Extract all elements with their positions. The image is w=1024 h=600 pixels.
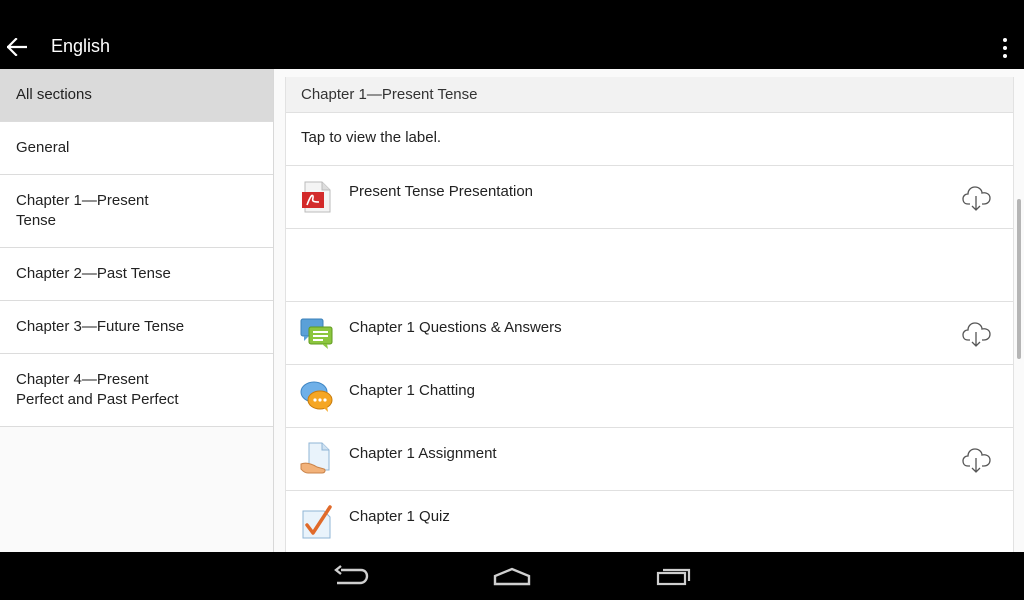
quiz-icon	[300, 505, 334, 539]
arrow-back-icon[interactable]	[4, 32, 30, 62]
empty-row	[286, 229, 1013, 302]
cloud-download-icon[interactable]	[961, 184, 993, 212]
sidebar-item-label: Chapter 4—Present Perfect and Past Perfe…	[16, 371, 179, 408]
cloud-download-icon[interactable]	[961, 446, 993, 474]
nav-recents-icon[interactable]	[655, 562, 695, 590]
activity-name: Chapter 1 Chatting	[349, 382, 475, 399]
sidebar-item-chapter-3[interactable]: Chapter 3—Future Tense	[0, 301, 273, 354]
nav-back-icon[interactable]	[331, 562, 371, 590]
assignment-icon	[300, 442, 334, 476]
activity-name: Present Tense Presentation	[349, 183, 534, 200]
activity-row[interactable]: Chapter 1 Chatting	[286, 365, 1013, 428]
activity-row[interactable]: Chapter 1 Quiz	[286, 491, 1013, 552]
sidebar-item-label: Chapter 2—Past Tense	[16, 265, 171, 282]
activity-row[interactable]: Present Tense Presentation	[286, 166, 1013, 229]
content-area: All sections General Chapter 1—Present T…	[0, 69, 1024, 552]
overflow-menu-icon[interactable]	[994, 34, 1016, 62]
pdf-icon	[300, 180, 334, 214]
activity-row[interactable]: Chapter 1 Questions & Answers	[286, 302, 1013, 365]
activity-name: Chapter 1 Quiz	[349, 508, 450, 525]
forum-icon	[300, 316, 334, 350]
sidebar-item-general[interactable]: General	[0, 122, 273, 175]
sidebar-item-label: General	[16, 139, 70, 156]
section-title: Chapter 1—Present Tense	[286, 77, 1013, 113]
system-nav-bar	[0, 552, 1024, 600]
activity-name: Chapter 1 Assignment	[349, 445, 497, 462]
sidebar-item-all-sections[interactable]: All sections	[0, 69, 273, 122]
sidebar-item-chapter-1[interactable]: Chapter 1—Present Tense	[0, 175, 273, 248]
cloud-download-icon[interactable]	[961, 320, 993, 348]
chat-icon	[300, 379, 334, 413]
sidebar-item-label: All sections	[16, 86, 92, 103]
nav-home-icon[interactable]	[492, 562, 532, 590]
scrollbar[interactable]	[1017, 199, 1021, 359]
section-description[interactable]: Tap to view the label.	[286, 113, 1013, 166]
sidebar-item-label: Chapter 3—Future Tense	[16, 318, 185, 335]
activity-name: Chapter 1 Questions & Answers	[349, 319, 562, 336]
sidebar-item-chapter-4[interactable]: Chapter 4—Present Perfect and Past Perfe…	[0, 354, 273, 427]
sidebar-item-label: Chapter 1—Present Tense	[16, 192, 149, 229]
app-bar: English	[0, 0, 1024, 69]
sidebar-item-chapter-2[interactable]: Chapter 2—Past Tense	[0, 248, 273, 301]
section-content: Chapter 1—Present Tense Tap to view the …	[285, 77, 1014, 552]
activity-row[interactable]: Chapter 1 Assignment	[286, 428, 1013, 491]
sections-sidebar: All sections General Chapter 1—Present T…	[0, 69, 274, 552]
page-title: English	[51, 36, 111, 56]
